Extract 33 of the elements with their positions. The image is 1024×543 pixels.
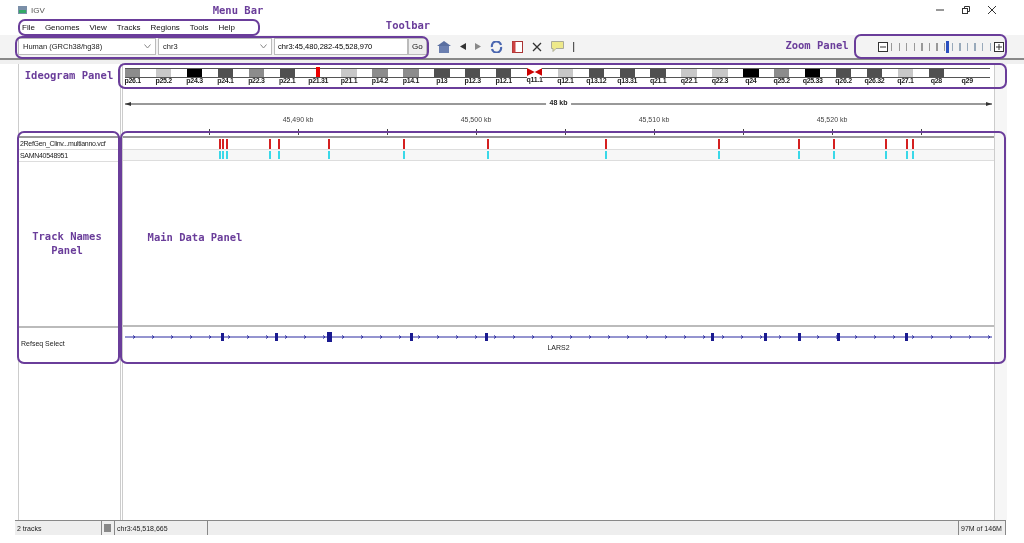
caret-icon[interactable] [144,44,151,49]
zoom-out-icon[interactable] [878,41,888,52]
zoom-in-icon[interactable] [994,41,1004,52]
app-icon [18,6,27,14]
close-icon[interactable] [988,6,996,14]
annotation-label: Ideogram Panel [23,69,115,83]
ruler-icon[interactable] [572,41,575,52]
forward-icon[interactable] [474,43,481,50]
menu-item[interactable]: View [89,23,107,32]
minimize-icon[interactable] [936,6,944,14]
menu-item[interactable]: Regions [150,23,180,32]
window-title: IGV [31,5,45,15]
go-button[interactable]: Go [408,38,427,55]
menu-item[interactable]: Genomes [44,23,80,32]
zoom-thumb[interactable] [946,40,949,53]
restore-icon[interactable] [962,6,970,14]
region-icon[interactable] [511,40,523,53]
home-icon[interactable] [436,40,451,53]
menu-item[interactable]: Tracks [116,23,141,32]
menu-item[interactable]: File [22,23,35,32]
menu-item[interactable]: Help [218,23,235,32]
status-icon [104,524,111,532]
annotation-label: Main Data Panel [146,231,244,245]
annotation-label: Zoom Panel [784,39,850,53]
menu-item[interactable]: Tools [189,23,209,32]
annotation-label: Toolbar [384,19,432,33]
annotation-label: Track Names Panel [31,230,103,258]
annotation-label: Menu Bar [211,4,265,18]
fit-icon[interactable] [531,41,542,52]
back-icon[interactable] [459,43,466,50]
zoom-slider[interactable] [891,41,991,52]
caret-icon[interactable] [260,44,267,49]
refresh-icon[interactable] [489,40,503,53]
